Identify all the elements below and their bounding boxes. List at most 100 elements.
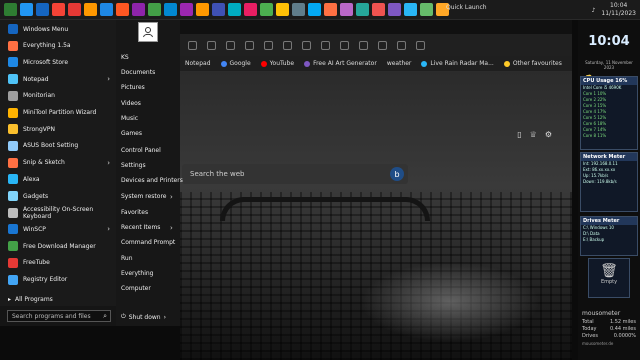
start-menu-item[interactable]: Alexa bbox=[0, 171, 116, 187]
taskbar-app-icon[interactable] bbox=[84, 3, 97, 16]
start-menu-item[interactable]: Registry Editor bbox=[0, 272, 116, 288]
taskbar-app-icon[interactable] bbox=[404, 3, 417, 16]
speaker-icon[interactable]: ♪ bbox=[592, 7, 596, 14]
start-menu-item[interactable]: Free Download Manager bbox=[0, 238, 116, 254]
page-settings-icon[interactable]: ⚙ bbox=[545, 130, 552, 139]
taskbar-app-icon[interactable] bbox=[340, 3, 353, 16]
taskbar-app-icon[interactable] bbox=[148, 3, 161, 16]
start-place-item[interactable]: Everything bbox=[121, 270, 153, 277]
start-menu-item[interactable]: Accessibility On-Screen Keyboard bbox=[0, 205, 116, 221]
start-place-item[interactable]: Computer bbox=[121, 285, 151, 292]
start-place-item[interactable]: Command Prompt bbox=[121, 239, 175, 246]
favorite-icon bbox=[304, 60, 311, 67]
start-place-item[interactable]: Settings bbox=[121, 162, 146, 169]
start-menu-item[interactable]: StrongVPN bbox=[0, 121, 116, 137]
user-icon bbox=[143, 27, 153, 38]
taskbar-time: 10:04 bbox=[610, 2, 628, 9]
quick-launch-label[interactable]: Quick Launch bbox=[446, 4, 487, 11]
start-menu-item[interactable]: Snip & Sketch › bbox=[0, 155, 116, 171]
sidebar-icon[interactable] bbox=[340, 40, 349, 50]
reading-icon[interactable] bbox=[226, 40, 235, 50]
taskbar-app-icon[interactable] bbox=[212, 3, 225, 16]
favorite-item[interactable]: Notepad bbox=[180, 60, 216, 67]
user-avatar[interactable] bbox=[138, 22, 158, 42]
search-icon[interactable]: ⌕ bbox=[103, 312, 107, 321]
taskbar-app-icon[interactable] bbox=[52, 3, 65, 16]
taskbar-app-icon[interactable] bbox=[308, 3, 321, 16]
taskbar-app-icon[interactable] bbox=[228, 3, 241, 16]
taskbar-app-icon[interactable] bbox=[196, 3, 209, 16]
taskbar-app-icon[interactable] bbox=[68, 3, 81, 16]
taskbar-app-icon[interactable] bbox=[292, 3, 305, 16]
record-icon[interactable] bbox=[302, 40, 311, 50]
chevron-right-icon: › bbox=[107, 75, 110, 84]
start-place-item[interactable]: Pictures bbox=[121, 84, 145, 91]
start-place-item[interactable]: Documents bbox=[121, 69, 155, 76]
adblock-icon[interactable] bbox=[283, 40, 292, 50]
taskbar-app-icon[interactable] bbox=[260, 3, 273, 16]
taskbar-app-icon[interactable] bbox=[420, 3, 433, 16]
start-place-item[interactable]: System restore bbox=[121, 193, 166, 200]
collections-icon[interactable] bbox=[207, 40, 216, 50]
bing-icon[interactable]: b bbox=[390, 167, 404, 181]
favorite-item[interactable]: Other favourites bbox=[499, 60, 567, 67]
trophy-icon[interactable]: ♕ bbox=[530, 130, 537, 139]
start-place-item[interactable]: Videos bbox=[121, 100, 141, 107]
start-place-item[interactable]: Control Panel bbox=[121, 147, 161, 154]
start-place-item[interactable]: Games bbox=[121, 130, 142, 137]
taskbar-app-icon[interactable] bbox=[372, 3, 385, 16]
taskbar-app-icon[interactable] bbox=[244, 3, 257, 16]
taskbar-app-icon[interactable] bbox=[4, 3, 17, 16]
start-place-item[interactable]: KS bbox=[121, 54, 129, 61]
start-menu-item[interactable]: Monitorian bbox=[0, 88, 116, 104]
screenshot-icon[interactable] bbox=[245, 40, 254, 50]
start-menu-item[interactable]: FreeTube bbox=[0, 255, 116, 271]
start-menu-item[interactable]: Everything 1.5a bbox=[0, 38, 116, 54]
taskbar-app-icon[interactable] bbox=[388, 3, 401, 16]
taskbar-app-icon[interactable] bbox=[20, 3, 33, 16]
start-menu-item[interactable]: Windows Menu bbox=[0, 21, 116, 37]
favorite-item[interactable]: Free AI Art Generator bbox=[299, 60, 382, 67]
favorite-item[interactable]: Live Rain Radar Ma... bbox=[416, 60, 498, 67]
start-place-item[interactable]: Run bbox=[121, 255, 133, 262]
favorites-icon[interactable] bbox=[359, 40, 368, 50]
taskbar-app-icon[interactable] bbox=[276, 3, 289, 16]
start-menu: Windows Menu Everything 1.5a Microsoft Sto… bbox=[0, 20, 183, 326]
taskbar-app-icon[interactable] bbox=[132, 3, 145, 16]
taskbar-app-icon[interactable] bbox=[36, 3, 49, 16]
start-menu-item[interactable]: MiniTool Partition Wizard bbox=[0, 105, 116, 121]
history-icon[interactable] bbox=[378, 40, 387, 50]
taskbar-app-icon[interactable] bbox=[116, 3, 129, 16]
search-programs-placeholder: Search programs and files bbox=[12, 312, 91, 320]
favorite-item[interactable]: YouTube bbox=[256, 60, 299, 67]
settings-icon[interactable] bbox=[416, 40, 425, 50]
all-programs-button[interactable]: ▸ All Programs bbox=[0, 292, 116, 306]
taskbar-app-icon[interactable] bbox=[100, 3, 113, 16]
taskbar-app-icon[interactable] bbox=[356, 3, 369, 16]
recycle-bin[interactable]: 🗑 Empty bbox=[588, 258, 630, 298]
start-menu-item[interactable]: Notepad › bbox=[0, 71, 116, 87]
start-menu-item[interactable]: Microsoft Store bbox=[0, 54, 116, 70]
web-search-placeholder: Search the web bbox=[190, 170, 245, 178]
tab-icon[interactable] bbox=[264, 40, 273, 50]
extension-icon[interactable] bbox=[188, 40, 197, 50]
phone-icon[interactable]: ▯ bbox=[517, 130, 521, 139]
taskbar-clock[interactable]: 10:04 11/11/2023 bbox=[601, 2, 636, 18]
start-place-item[interactable]: Favorites bbox=[121, 209, 148, 216]
search-programs-input[interactable]: Search programs and files ⌕ bbox=[7, 310, 111, 322]
taskbar-app-icon[interactable] bbox=[180, 3, 193, 16]
taskbar-app-icon[interactable] bbox=[324, 3, 337, 16]
favorite-item[interactable]: Google bbox=[216, 60, 256, 67]
start-menu-item[interactable]: WinSCP › bbox=[0, 221, 116, 237]
taskbar-app-icon[interactable] bbox=[164, 3, 177, 16]
start-place-item[interactable]: Music bbox=[121, 115, 138, 122]
start-menu-item[interactable]: Gadgets bbox=[0, 188, 116, 204]
favorite-item[interactable]: weather bbox=[382, 60, 417, 67]
start-place-item[interactable]: Recent Items bbox=[121, 224, 160, 231]
download-icon[interactable] bbox=[397, 40, 406, 50]
shutdown-button[interactable]: ⏻ Shut down › bbox=[116, 310, 180, 324]
grid-icon[interactable] bbox=[321, 40, 330, 50]
start-menu-item[interactable]: ASUS Boot Setting bbox=[0, 138, 116, 154]
web-search-box[interactable]: Search the web b bbox=[182, 164, 408, 184]
start-place-item[interactable]: Devices and Printers bbox=[121, 177, 183, 184]
